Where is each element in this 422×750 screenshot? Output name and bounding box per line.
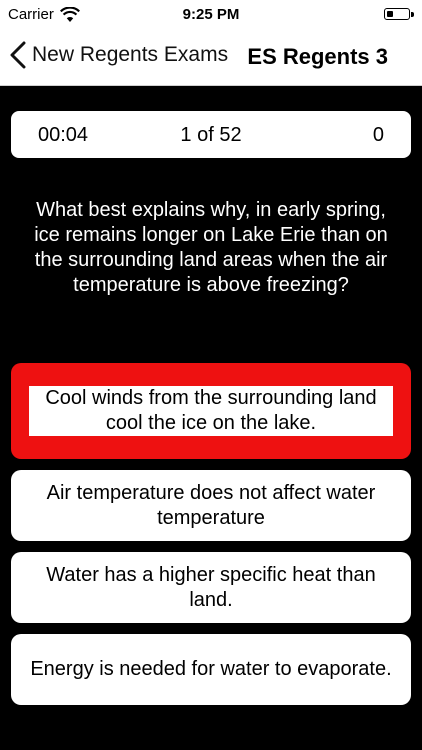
answer-option-2[interactable]: Air temperature does not affect water te… bbox=[11, 470, 411, 541]
back-button[interactable]: New Regents Exams bbox=[8, 41, 228, 69]
question-text: What best explains why, in early spring,… bbox=[34, 199, 388, 296]
answer-option-label: Cool winds from the surrounding land coo… bbox=[29, 386, 393, 436]
status-bar: Carrier 9:25 PM bbox=[0, 0, 422, 30]
answer-option-label: Water has a higher specific heat than la… bbox=[46, 563, 376, 611]
battery-icon bbox=[384, 8, 414, 20]
chevron-left-icon bbox=[10, 41, 26, 69]
navigation-bar: New Regents Exams ES Regents 3 bbox=[0, 30, 422, 86]
page-title: ES Regents 3 bbox=[247, 44, 388, 69]
answer-option-3[interactable]: Water has a higher specific heat than la… bbox=[11, 552, 411, 623]
answer-option-1[interactable]: Cool winds from the surrounding land coo… bbox=[11, 363, 411, 459]
answer-option-4[interactable]: Energy is needed for water to evaporate. bbox=[11, 634, 411, 705]
battery-fill bbox=[387, 11, 393, 17]
answer-option-label: Energy is needed for water to evaporate. bbox=[30, 658, 392, 680]
question-progress: 1 of 52 bbox=[180, 124, 242, 146]
back-button-label: New Regents Exams bbox=[32, 43, 229, 66]
score: 0 bbox=[372, 124, 384, 146]
status-time: 9:25 PM bbox=[182, 6, 240, 23]
quiz-info-bar: 00:04 1 of 52 0 bbox=[11, 111, 411, 158]
answer-option-label: Air temperature does not affect water te… bbox=[29, 480, 393, 531]
